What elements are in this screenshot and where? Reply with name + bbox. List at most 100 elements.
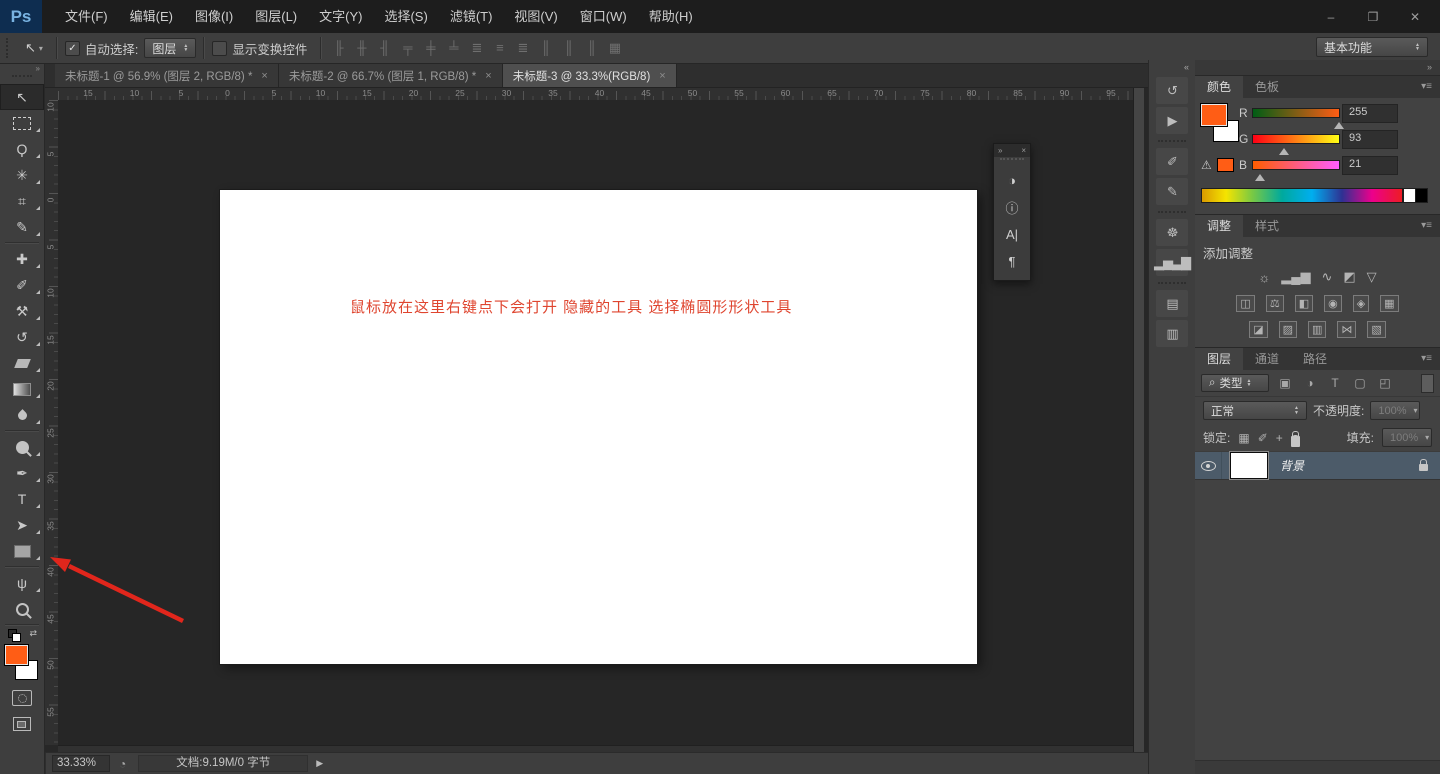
quick-selection-tool[interactable]: ✳ xyxy=(0,162,44,188)
panel-tab[interactable]: 样式 xyxy=(1243,215,1291,237)
gradient-map-icon[interactable]: ▧ xyxy=(1367,320,1386,338)
eyedropper-tool[interactable]: ✎ xyxy=(0,214,44,240)
expand-panels-icon[interactable]: « xyxy=(1149,60,1195,74)
channel-value-field[interactable]: 21 xyxy=(1342,156,1398,175)
options-grip[interactable] xyxy=(6,38,13,58)
brush-tool[interactable]: ✐ xyxy=(0,272,44,298)
distribute-bottom-icon[interactable]: ≣ xyxy=(513,40,532,56)
blend-mode-dropdown[interactable]: 正常 xyxy=(1203,401,1307,420)
layer-thumbnail[interactable] xyxy=(1230,452,1268,479)
minimize-button[interactable]: – xyxy=(1320,10,1342,24)
screen-mode-button[interactable] xyxy=(0,711,44,737)
layer-filter-dropdown[interactable]: ⌕ 类型 xyxy=(1201,374,1269,392)
vertical-scrollbar[interactable] xyxy=(1133,88,1144,774)
align-top-icon[interactable]: ╤ xyxy=(398,40,417,56)
panel-tab[interactable]: 颜色 xyxy=(1195,76,1244,98)
lasso-tool[interactable]: Ϙ xyxy=(0,136,44,162)
smart-object-filter-icon[interactable]: ◰ xyxy=(1376,376,1394,390)
visibility-toggle[interactable] xyxy=(1195,452,1222,479)
brush-panel-icon[interactable]: ✐ xyxy=(1156,140,1188,175)
panel-tab[interactable]: 路径 xyxy=(1291,348,1339,370)
align-bottom-icon[interactable]: ╧ xyxy=(444,40,463,56)
channel-value-field[interactable]: 255 xyxy=(1342,104,1398,123)
distribute-h-center-icon[interactable]: ║ xyxy=(559,40,578,56)
current-tool-button[interactable]: ↖ ▾ xyxy=(19,40,49,56)
threshold-icon[interactable]: ▥ xyxy=(1308,320,1327,338)
menu-item[interactable]: 视图(V) xyxy=(503,0,568,33)
navigator-icon[interactable]: ☸ xyxy=(1156,211,1188,246)
expand-panel-icon[interactable]: » xyxy=(998,146,1002,155)
shape-layer-filter-icon[interactable]: ▢ xyxy=(1351,376,1369,390)
black-white-icon[interactable]: ◧ xyxy=(1294,294,1314,312)
lock-transparency-icon[interactable]: ▦ xyxy=(1238,431,1249,445)
channel-mixer-icon[interactable]: ◈ xyxy=(1352,294,1370,312)
spot-healing-brush-tool[interactable]: ✚ xyxy=(0,246,44,272)
history-brush-tool[interactable]: ↺ xyxy=(0,324,44,350)
panel-menu-icon[interactable]: ▾≡ xyxy=(1421,76,1440,98)
clone-stamp-tool[interactable]: ⚒ xyxy=(0,298,44,324)
lock-position-icon[interactable]: + xyxy=(1276,431,1283,445)
pixel-layer-filter-icon[interactable]: ▣ xyxy=(1276,376,1294,390)
panel-tab[interactable]: 通道 xyxy=(1243,348,1291,370)
panel-menu-icon[interactable]: ▾≡ xyxy=(1421,348,1440,370)
slider-thumb-icon[interactable] xyxy=(1255,174,1266,181)
menu-item[interactable]: 帮助(H) xyxy=(638,0,704,33)
panel-menu-icon[interactable]: ▾≡ xyxy=(1421,215,1440,237)
menu-item[interactable]: 文件(F) xyxy=(54,0,119,33)
paragraph-icon[interactable]: ¶ xyxy=(994,248,1030,275)
selective-color-icon[interactable]: ⋈ xyxy=(1337,320,1357,338)
history-icon[interactable]: ↺ xyxy=(1156,77,1188,104)
maximize-button[interactable]: ❐ xyxy=(1362,10,1384,24)
layer-name[interactable]: 背景 xyxy=(1268,457,1419,474)
auto-align-icon[interactable]: ▦ xyxy=(605,40,624,56)
hue-saturation-icon[interactable]: ◫ xyxy=(1236,294,1255,312)
distribute-right-icon[interactable]: ║ xyxy=(582,40,601,56)
foreground-color-swatch[interactable] xyxy=(5,645,28,665)
背景[interactable]: 背景 xyxy=(1195,451,1440,480)
panel-tab[interactable]: 色板 xyxy=(1243,76,1291,98)
adjustment-layer-filter-icon[interactable]: ◑ xyxy=(1301,376,1319,390)
actions-icon[interactable]: ▶ xyxy=(1156,107,1188,134)
close-button[interactable]: ✕ xyxy=(1404,10,1426,24)
align-right-icon[interactable]: ╢ xyxy=(375,40,394,56)
gamut-warning-icon[interactable]: ⚠ xyxy=(1201,158,1212,172)
distribute-top-icon[interactable]: ≣ xyxy=(467,40,486,56)
lock-pixels-icon[interactable]: ✐ xyxy=(1258,431,1268,445)
character-icon[interactable]: A| xyxy=(994,221,1030,248)
show-transform-checkbox[interactable] xyxy=(212,40,228,56)
filter-toggle-icon[interactable] xyxy=(1421,373,1434,393)
brush-presets-icon[interactable]: ✎ xyxy=(1156,178,1188,205)
layer-list-empty-area[interactable] xyxy=(1195,480,1440,760)
move-tool[interactable]: ↖ xyxy=(0,84,44,110)
exposure-icon[interactable]: ◩ xyxy=(1343,269,1355,285)
close-icon[interactable]: × xyxy=(485,70,491,82)
path-selection-tool[interactable]: ➤ xyxy=(0,512,44,538)
histogram-icon[interactable]: ▂▅▃▇ xyxy=(1154,249,1191,276)
adjustments-icon[interactable]: ◑ xyxy=(994,167,1030,194)
levels-icon[interactable]: ▂▄▆ xyxy=(1281,269,1310,285)
eraser-tool[interactable] xyxy=(0,350,44,376)
menu-item[interactable]: 图像(I) xyxy=(184,0,244,33)
crop-tool[interactable]: ⌗ xyxy=(0,188,44,214)
panel-grip[interactable] xyxy=(1000,158,1024,166)
default-colors-control[interactable]: ⇄ xyxy=(0,628,44,643)
lock-all-icon[interactable] xyxy=(1290,431,1300,447)
align-left-icon[interactable]: ╟ xyxy=(329,40,348,56)
posterize-icon[interactable]: ▨ xyxy=(1278,320,1297,338)
document-tab[interactable]: 未标题-2 @ 66.7% (图层 1, RGB/8) * × xyxy=(278,64,503,87)
close-icon[interactable]: × xyxy=(659,70,665,82)
workspace-dropdown[interactable]: 基本功能 xyxy=(1316,37,1428,57)
channel-value-field[interactable]: 93 xyxy=(1342,130,1398,149)
quick-mask-button[interactable] xyxy=(0,685,44,711)
menu-item[interactable]: 编辑(E) xyxy=(119,0,184,33)
distribute-v-center-icon[interactable]: ≡ xyxy=(490,40,509,56)
channel-slider[interactable] xyxy=(1252,134,1340,155)
panel-tab[interactable]: 调整 xyxy=(1195,215,1244,237)
rectangle-tool[interactable] xyxy=(0,538,44,564)
dodge-tool[interactable] xyxy=(0,434,44,460)
menu-item[interactable]: 窗口(W) xyxy=(569,0,638,33)
document-tab[interactable]: 未标题-3 @ 33.3%(RGB/8) × xyxy=(502,64,677,87)
layer-comps-icon[interactable]: ▤ xyxy=(1156,282,1188,317)
paragraph-styles-icon[interactable]: ▥ xyxy=(1156,320,1188,347)
vertical-ruler[interactable]: 105051015202530354045505560 xyxy=(45,100,59,763)
